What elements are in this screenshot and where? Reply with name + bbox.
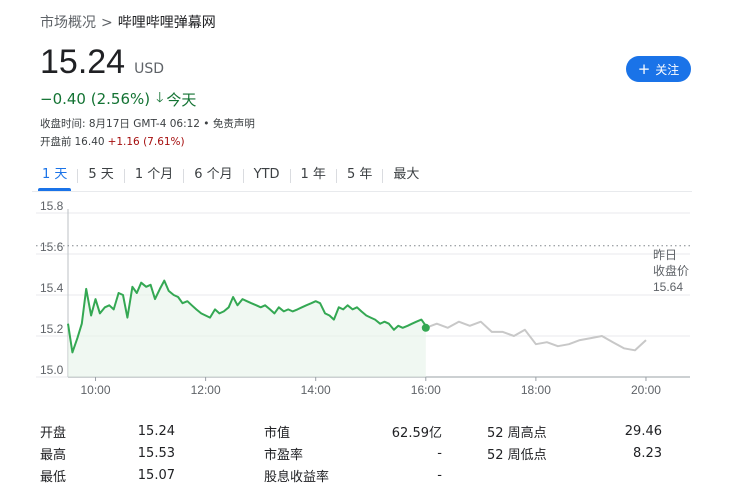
stats-column-2: 市值 62.59亿 市盈率 - 股息收益率 - <box>264 420 442 486</box>
stat-label: 市值 <box>264 425 291 441</box>
stats-column-3: 52 周高点 29.46 52 周低点 8.23 <box>487 420 662 464</box>
premarket-price: 16.40 <box>74 136 105 148</box>
price-row: 15.24 USD <box>40 42 164 82</box>
stat-value: 29.46 <box>624 423 662 439</box>
stat-label: 开盘 <box>40 425 67 441</box>
x-tick-label: 10:00 <box>81 383 111 397</box>
tab-5-day[interactable]: 5 天 <box>78 163 123 189</box>
tab-1-day[interactable]: 1 天 <box>32 163 77 191</box>
x-tick-label: 12:00 <box>191 383 221 397</box>
change-period: 今天 <box>166 90 197 109</box>
premarket-label: 开盘前 <box>40 136 72 148</box>
y-tick-label: 15.6 <box>40 240 64 254</box>
premarket-info: 开盘前 16.40 +1.16 (7.61%) <box>40 134 185 149</box>
follow-button-label: 关注 <box>655 62 680 77</box>
tab-ytd[interactable]: YTD <box>244 163 290 189</box>
previous-close-label: 收盘价 <box>653 263 689 278</box>
stats-column-1: 开盘 15.24 最高 15.53 最低 15.07 <box>40 420 175 486</box>
stat-52w-low: 52 周低点 8.23 <box>487 442 662 464</box>
y-tick-label: 15.4 <box>40 281 64 295</box>
price-change: −0.40 (2.56%) 🡓 今天 <box>40 87 196 111</box>
y-tick-label: 15.8 <box>40 200 64 213</box>
last-price-dot <box>421 323 430 332</box>
range-tabs: 1 天 5 天 1 个月 6 个月 YTD 1 年 5 年 最大 <box>32 163 429 191</box>
stat-52w-high: 52 周高点 29.46 <box>487 420 662 442</box>
y-tick-label: 15.0 <box>40 363 64 377</box>
stat-value: - <box>437 445 442 461</box>
stat-label: 最低 <box>40 469 67 485</box>
stat-value: 15.24 <box>137 423 175 439</box>
premarket-change: +1.16 (7.61%) <box>107 136 185 148</box>
breadcrumb-current: 哔哩哔哩弹幕网 <box>117 15 216 31</box>
plus-icon: + <box>637 59 651 78</box>
tab-1-year[interactable]: 1 年 <box>291 163 336 189</box>
follow-button[interactable]: + 关注 <box>626 56 691 82</box>
x-tick-label: 18:00 <box>521 383 551 397</box>
breadcrumb: 市场概况 > 哔哩哔哩弹幕网 <box>40 12 216 32</box>
stat-label: 市盈率 <box>264 447 304 463</box>
breadcrumb-separator: > <box>101 15 113 31</box>
stat-value: - <box>437 467 442 483</box>
arrow-down-icon: 🡓 <box>156 90 164 106</box>
price-chart[interactable]: 15.0 15.2 15.4 15.6 15.8 10:00 12:00 14:00 16:00… <box>0 200 733 410</box>
breadcrumb-root-link[interactable]: 市场概况 <box>40 15 96 31</box>
stat-value: 8.23 <box>633 445 662 461</box>
stat-pe-ratio: 市盈率 - <box>264 442 442 464</box>
stat-high: 最高 15.53 <box>40 442 175 464</box>
previous-close-label: 昨日 <box>653 248 677 262</box>
tabs-underline <box>32 191 692 192</box>
stat-label: 最高 <box>40 447 67 463</box>
stat-value: 62.59亿 <box>391 425 442 441</box>
change-value: −0.40 <box>40 90 86 108</box>
currency-label: USD <box>134 61 165 77</box>
tab-max[interactable]: 最大 <box>383 163 429 189</box>
x-tick-label: 14:00 <box>301 383 331 397</box>
x-tick-label: 20:00 <box>631 383 661 397</box>
stat-dividend-yield: 股息收益率 - <box>264 464 442 486</box>
stat-label: 52 周低点 <box>487 447 547 463</box>
stat-open: 开盘 15.24 <box>40 420 175 442</box>
stat-market-cap: 市值 62.59亿 <box>264 420 442 442</box>
stat-low: 最低 15.07 <box>40 464 175 486</box>
stock-price: 15.24 <box>40 43 126 81</box>
close-time-disclaimer: 收盘时间: 8月17日 GMT-4 06:12 • 免责声明 <box>40 118 255 130</box>
stat-label: 股息收益率 <box>264 469 330 485</box>
stat-value: 15.53 <box>137 445 175 461</box>
tab-5-year[interactable]: 5 年 <box>337 163 382 189</box>
tab-1-month[interactable]: 1 个月 <box>125 163 183 189</box>
change-percent: (2.56%) <box>90 90 151 108</box>
y-tick-label: 15.2 <box>40 322 64 336</box>
previous-close-value: 15.64 <box>653 280 683 294</box>
stat-label: 52 周高点 <box>487 425 547 441</box>
stat-value: 15.07 <box>137 467 175 483</box>
x-tick-label: 16:00 <box>411 383 441 397</box>
tab-6-month[interactable]: 6 个月 <box>184 163 242 189</box>
